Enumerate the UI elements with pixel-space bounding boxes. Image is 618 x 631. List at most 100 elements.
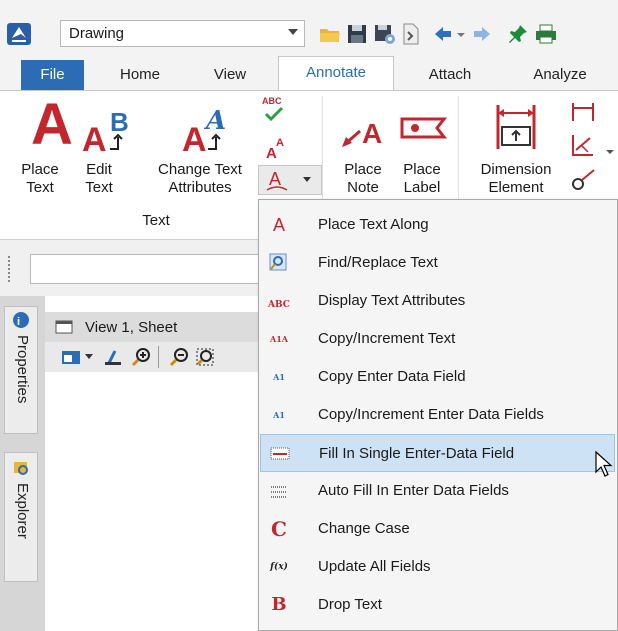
svg-text:A: A [203,106,226,136]
change-text-attributes-button[interactable]: AA Change Text Attributes [150,95,250,205]
spell-check-button[interactable]: ABC [262,96,286,126]
open-folder-icon[interactable] [318,22,342,46]
change-text-attributes-icon: AA [180,101,236,159]
menu-item-label: Copy Enter Data Field [318,368,466,385]
chevron-down-icon[interactable] [606,143,614,154]
auto-fill-icon [268,481,290,501]
menu-item-fill-in-single-enter-data-field[interactable]: Fill In Single Enter-Data Field [260,434,615,472]
text-scale-icon: AA [266,137,284,162]
menu-item-find-replace-text[interactable]: Find/Replace Text [260,244,615,282]
workflow-value: Drawing [69,25,125,42]
place-label-icon [399,115,451,149]
text-tools-split-button[interactable]: A [258,165,322,195]
zoom-in-icon[interactable] [131,347,151,367]
copy-enter-data-icon: A1 [273,372,285,382]
cursor-icon [594,450,614,478]
place-text-label-1: Place [21,161,59,178]
edit-text-label-1: Edit [86,161,112,178]
app-logo-icon[interactable] [6,22,32,46]
tab-file[interactable]: File [21,60,84,90]
place-text-along-icon: A [272,215,285,235]
chevron-down-icon[interactable] [85,354,93,359]
place-text-button[interactable]: A Place Text [14,95,74,205]
tab-home[interactable]: Home [100,60,180,90]
checkmark-icon [264,106,284,122]
menu-item-copy-enter-data-field[interactable]: A1 Copy Enter Data Field [260,358,615,396]
menu-item-place-text-along[interactable]: A Place Text Along [260,206,615,244]
tab-analyze[interactable]: Analyze [510,60,610,90]
place-note-icon: A [340,109,394,153]
place-note-button[interactable]: A Place Note [332,95,394,205]
explorer-icon [12,459,30,477]
dimension-element-button[interactable]: Dimension Element [468,95,564,205]
spell-check-glyph: ABC [262,96,282,106]
tab-properties-label: Properties [14,335,31,404]
update-view-icon[interactable] [103,347,123,367]
place-label-label-1: Place [403,161,441,178]
text-group-label: Text [142,212,170,229]
dimension-radial-icon[interactable] [570,166,598,192]
place-text-label-2: Text [26,179,54,196]
command-input[interactable] [30,254,265,284]
menu-item-label: Drop Text [318,596,382,613]
pin-icon[interactable] [506,22,530,46]
save-settings-icon[interactable] [372,22,396,46]
tab-properties[interactable]: i Properties [4,306,38,434]
compress-icon[interactable] [399,22,423,46]
place-note-label-2: Note [347,179,379,196]
svg-text:i: i [17,316,20,328]
place-label-label-2: Label [403,179,441,196]
save-icon[interactable] [345,22,369,46]
menu-item-drop-text[interactable]: B Drop Text [260,586,615,624]
menu-item-display-text-attributes[interactable]: ABC Display Text Attributes [260,282,615,320]
change-text-attributes-label-1: Change Text [158,161,242,178]
print-icon[interactable] [534,22,558,46]
menu-item-label: Fill In Single Enter-Data Field [319,445,515,462]
tab-explorer[interactable]: Explorer [4,452,38,582]
zoom-out-icon[interactable] [169,347,189,367]
place-label-button[interactable]: Place Label [395,95,451,205]
svg-text:A: A [182,121,207,155]
menu-item-copy-increment-enter-data-fields[interactable]: A1 Copy/Increment Enter Data Fields [260,396,615,434]
edit-text-button[interactable]: AB Edit Text [76,95,142,205]
tab-view[interactable]: View [196,60,264,90]
menu-item-label: Display Text Attributes [318,292,466,309]
undo-icon[interactable] [431,22,455,46]
menu-item-copy-increment-text[interactable]: A1A Copy/Increment Text [260,320,615,358]
place-text-icon: A [31,92,73,157]
view-attributes-icon[interactable] [61,348,83,366]
svg-text:A: A [82,121,107,155]
undo-dropdown-icon[interactable] [456,22,466,46]
drop-text-icon: B [271,594,287,615]
dimension-element-label-1: Dimension [480,161,552,178]
text-scale-button[interactable]: AA [264,132,290,162]
workflow-select[interactable]: Drawing [60,20,305,47]
edit-text-label-2: Text [85,179,113,196]
view-toolbar [45,342,260,372]
svg-text:A: A [269,169,281,189]
menu-item-label: Update All Fields [318,558,431,575]
menu-item-update-all-fields[interactable]: f(x) Update All Fields [260,548,615,586]
toolbar-separator [158,346,159,368]
menu-item-change-case[interactable]: C Change Case [260,510,615,548]
menu-item-label: Copy/Increment Text [318,330,456,347]
dimension-linear-icon[interactable] [570,100,596,124]
window-area-icon[interactable] [195,347,215,367]
change-case-icon: C [271,517,287,541]
redo-icon[interactable] [470,22,494,46]
chevron-down-icon [303,177,311,182]
tab-explorer-label: Explorer [14,483,31,539]
display-attributes-icon: ABC [268,300,290,310]
tab-annotate[interactable]: Annotate [278,56,394,91]
menu-item-label: Auto Fill In Enter Data Fields [318,482,509,499]
toolbar-grip-icon[interactable] [8,256,12,282]
text-tools-menu: A Place Text Along Find/Replace Text ABC… [258,199,618,631]
dimension-angular-icon[interactable] [570,132,600,158]
text-along-icon: A [265,168,289,192]
find-replace-icon [268,253,290,273]
svg-text:A: A [276,137,284,149]
tab-attach[interactable]: Attach [410,60,490,90]
menu-item-auto-fill-in-enter-data-fields[interactable]: Auto Fill In Enter Data Fields [260,472,615,510]
window-icon [55,320,73,334]
menu-item-label: Place Text Along [318,216,429,233]
